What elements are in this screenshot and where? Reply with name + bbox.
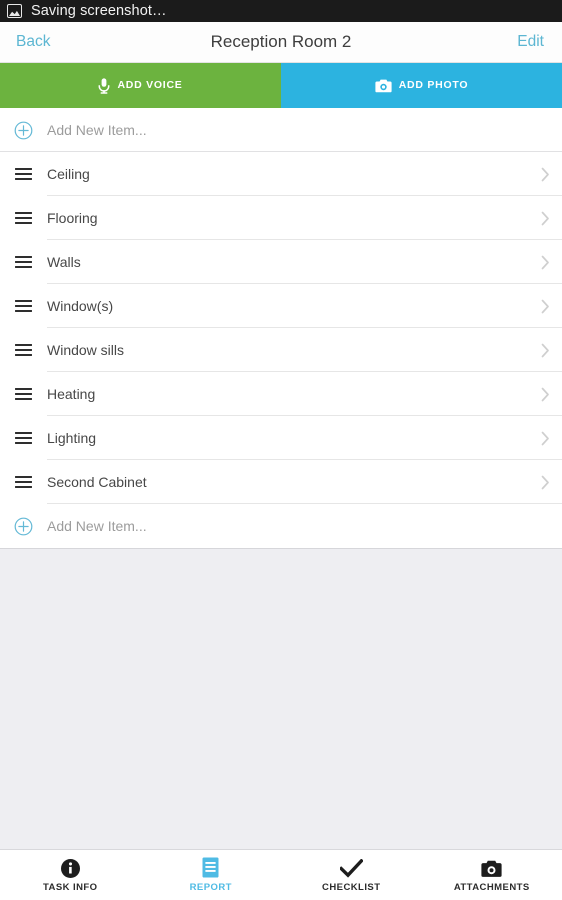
table-row[interactable]: Walls [0,240,562,284]
tab-attachments-label: ATTACHMENTS [453,882,530,893]
tab-report[interactable]: REPORT [141,850,282,900]
bottom-tab-bar: TASK INFO REPORT CHECKLIST ATTACHMENTS [0,849,562,900]
tab-task-info[interactable]: TASK INFO [0,850,141,900]
tab-task-info-label: TASK INFO [42,882,98,893]
drag-handle-icon[interactable] [0,344,47,356]
empty-content-area [0,549,562,849]
chevron-right-icon [528,475,562,490]
list-item-label: Flooring [47,210,98,226]
add-photo-button[interactable]: ADD PHOTO [281,63,562,108]
microphone-icon [98,77,110,94]
plus-circle-icon [0,121,47,140]
table-row[interactable]: Lighting [0,416,562,460]
list-item-label: Heating [47,386,96,402]
table-row[interactable]: Window(s) [0,284,562,328]
camera-icon [375,79,392,93]
chevron-right-icon [528,431,562,446]
checklist-section: Add New Item... Ceiling Flooring Walls W… [0,108,562,549]
screenshot-image-icon [7,4,22,18]
list-item-label: Walls [47,254,81,270]
chevron-right-icon [528,387,562,402]
drag-handle-icon[interactable] [0,432,47,444]
table-row[interactable]: Window sills [0,328,562,372]
edit-button[interactable]: Edit [511,29,550,55]
chevron-right-icon [528,343,562,358]
table-row[interactable]: Heating [0,372,562,416]
status-bar-text: Saving screenshot… [31,3,167,19]
drag-handle-icon[interactable] [0,168,47,180]
tab-report-label: REPORT [189,882,232,893]
add-new-item-label-bottom: Add New Item... [47,518,147,534]
table-row[interactable]: Ceiling [0,152,562,196]
status-bar: Saving screenshot… [0,0,562,22]
page-title: Reception Room 2 [210,32,352,51]
info-icon [60,857,80,878]
navigation-bar: Back Reception Room 2 Edit [0,22,562,63]
action-bar: ADD VOICE ADD PHOTO [0,63,562,108]
plus-circle-icon [0,517,47,536]
drag-handle-icon[interactable] [0,388,47,400]
tab-checklist-label: CHECKLIST [322,882,381,893]
list-item-label: Ceiling [47,166,90,182]
list-item-label: Lighting [47,430,97,446]
tab-attachments[interactable]: ATTACHMENTS [422,850,562,900]
add-new-item-label-top: Add New Item... [47,122,147,138]
back-button[interactable]: Back [10,29,56,55]
chevron-right-icon [528,211,562,226]
drag-handle-icon[interactable] [0,476,47,488]
chevron-right-icon [528,255,562,270]
app-root: Saving screenshot… Back Reception Room 2… [0,0,562,900]
table-row[interactable]: Flooring [0,196,562,240]
chevron-right-icon [528,167,562,182]
list-item-label: Window sills [47,342,125,358]
chevron-right-icon [528,299,562,314]
add-voice-button[interactable]: ADD VOICE [0,63,281,108]
add-voice-label: ADD VOICE [117,79,183,92]
drag-handle-icon[interactable] [0,212,47,224]
camera-icon [481,857,502,878]
table-row[interactable]: Second Cabinet [0,460,562,504]
add-new-item-row-top[interactable]: Add New Item... [0,108,562,152]
add-photo-label: ADD PHOTO [398,79,469,92]
add-new-item-row-bottom[interactable]: Add New Item... [0,504,562,548]
list-item-label: Window(s) [47,298,114,314]
tab-checklist[interactable]: CHECKLIST [281,850,422,900]
drag-handle-icon[interactable] [0,300,47,312]
list-item-label: Second Cabinet [47,474,147,490]
document-icon [202,857,219,878]
checkmark-icon [339,857,363,878]
drag-handle-icon[interactable] [0,256,47,268]
